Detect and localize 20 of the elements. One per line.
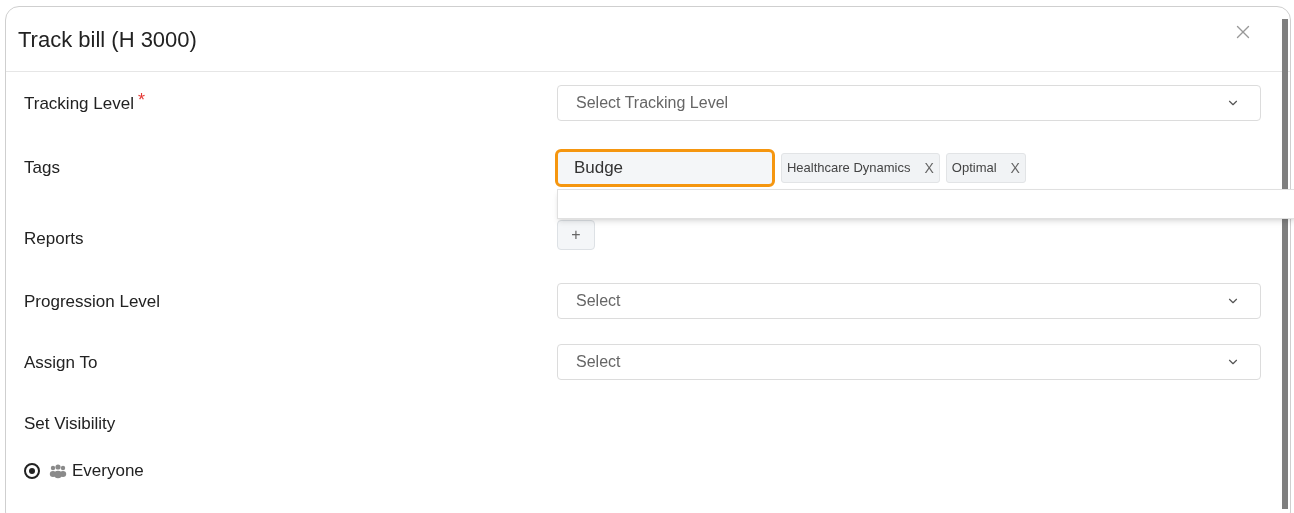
select-field[interactable]: Select — [557, 343, 1261, 380]
radio-button[interactable] — [24, 462, 40, 479]
field-label: Assign To — [24, 351, 98, 374]
field-label: Progression Level — [24, 290, 161, 313]
dialog-title: Track bill (H 3000) — [18, 25, 197, 54]
select-field[interactable]: Select Tracking Level — [557, 85, 1261, 121]
tag-remove-button[interactable]: X — [924, 157, 934, 179]
required-mark: * — [137, 91, 145, 109]
tag-input-field[interactable]: Budge — [554, 149, 775, 187]
group-icon — [49, 462, 67, 479]
tag-label: Healthcare Dynamics — [786, 159, 911, 178]
section-label: Set Visibility — [24, 412, 117, 435]
tag-label: Optimal — [951, 159, 997, 178]
select-field[interactable]: Select — [557, 282, 1261, 319]
tag-remove-button[interactable]: X — [1010, 157, 1020, 179]
add-button[interactable]: + — [557, 220, 595, 250]
field-label: Reports — [24, 228, 84, 250]
field-label: Tags — [24, 157, 60, 179]
field-label: Tracking Level — [24, 93, 134, 115]
option-label: Everyone — [72, 460, 144, 482]
